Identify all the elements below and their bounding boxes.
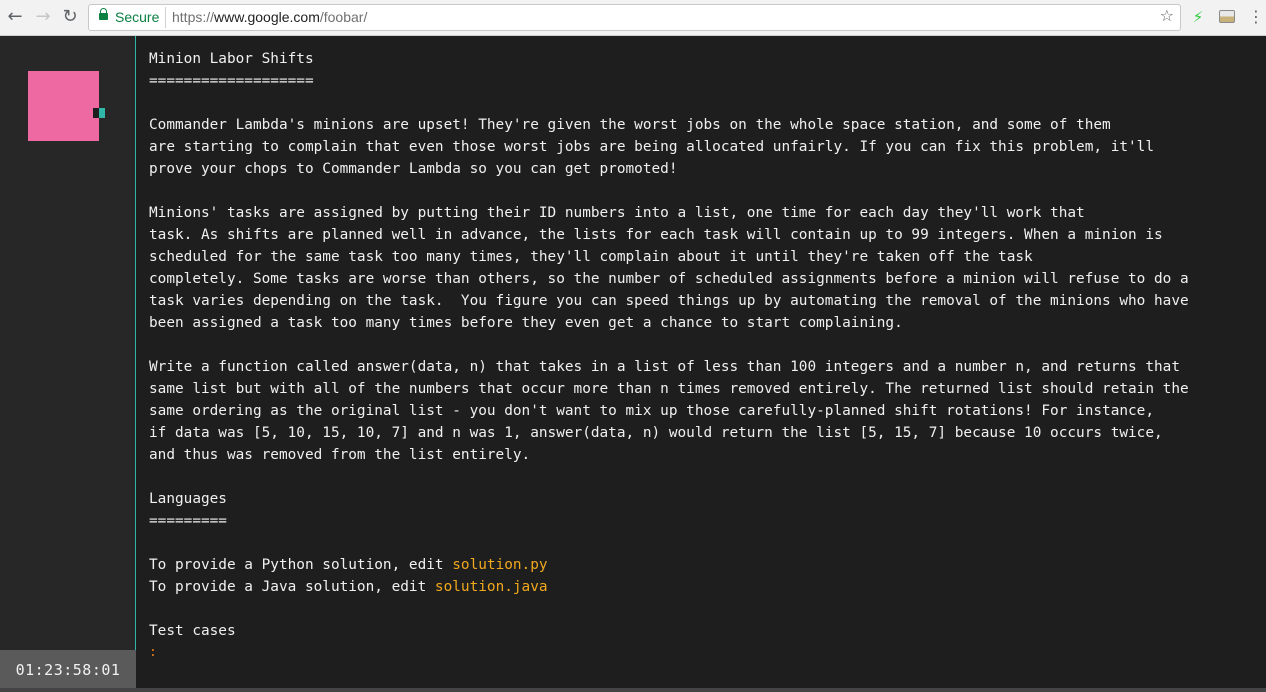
secure-label: Secure — [115, 9, 160, 25]
sidebar: 01:23:58:01 — [0, 36, 136, 692]
test-cases-heading: Test cases — [149, 623, 236, 639]
paragraph-line: been assigned a task too many times befo… — [149, 315, 903, 331]
address-bar[interactable]: Secure https://www.google.com/foobar/ ☆ — [88, 4, 1181, 31]
paragraph-line: Commander Lambda's minions are upset! Th… — [149, 117, 1111, 133]
paragraph-line: if data was [5, 10, 15, 10, 7] and n was… — [149, 425, 1163, 441]
bolt-icon[interactable]: ⚡ — [1191, 7, 1205, 27]
avatar-eye-glint — [99, 108, 105, 118]
image-icon[interactable] — [1219, 10, 1235, 23]
omnibox-divider — [165, 7, 166, 28]
url-text[interactable]: https://www.google.com/foobar/ — [172, 9, 367, 25]
bottom-border — [0, 688, 1266, 692]
url-path: /foobar/ — [319, 9, 368, 25]
paragraph-line: and thus was removed from the list entir… — [149, 447, 531, 463]
command-prompt[interactable]: : — [149, 642, 1266, 664]
url-host: www.google.com — [214, 9, 320, 25]
paragraph-line: Write a function called answer(data, n) … — [149, 359, 1181, 375]
arrow-forward-icon[interactable]: → — [32, 6, 54, 28]
paragraph-line: are starting to complain that even those… — [149, 139, 1155, 155]
title-underline: =================== — [149, 73, 314, 89]
star-icon[interactable]: ☆ — [1160, 6, 1174, 25]
kebab-menu-icon[interactable]: ⋮ — [1248, 6, 1264, 28]
java-file-link[interactable]: solution.java — [435, 579, 548, 595]
url-scheme: https:// — [172, 9, 215, 25]
python-file-link[interactable]: solution.py — [452, 557, 547, 573]
minion-avatar — [28, 71, 105, 141]
paragraph-line: prove your chops to Commander Lambda so … — [149, 161, 678, 177]
java-instruction-text: To provide a Java solution, edit — [149, 579, 435, 595]
challenge-title: Minion Labor Shifts — [149, 51, 314, 67]
python-instruction: To provide a Python solution, edit solut… — [149, 554, 1266, 576]
terminal-output[interactable]: Minion Labor Shifts =================== … — [137, 36, 1266, 692]
paragraph-line: task varies depending on the task. You f… — [149, 293, 1189, 309]
paragraph-line: scheduled for the same task too many tim… — [149, 249, 1033, 265]
reload-icon[interactable]: ↻ — [59, 6, 81, 28]
paragraph-line: task. As shifts are planned well in adva… — [149, 227, 1163, 243]
arrow-back-icon[interactable]: ← — [4, 6, 26, 28]
paragraph-line: same list but with all of the numbers th… — [149, 381, 1189, 397]
java-instruction: To provide a Java solution, edit solutio… — [149, 576, 1266, 598]
paragraph-line: Minions' tasks are assigned by putting t… — [149, 205, 1085, 221]
countdown-timer: 01:23:58:01 — [0, 650, 136, 692]
browser-toolbar: ← → ↻ Secure https://www.google.com/foob… — [0, 0, 1266, 36]
paragraph-line: completely. Some tasks are worse than ot… — [149, 271, 1189, 287]
languages-underline: ========= — [149, 513, 227, 529]
python-instruction-text: To provide a Python solution, edit — [149, 557, 453, 573]
lock-icon — [99, 8, 108, 20]
languages-heading: Languages — [149, 491, 227, 507]
paragraph-line: same ordering as the original list - you… — [149, 403, 1155, 419]
